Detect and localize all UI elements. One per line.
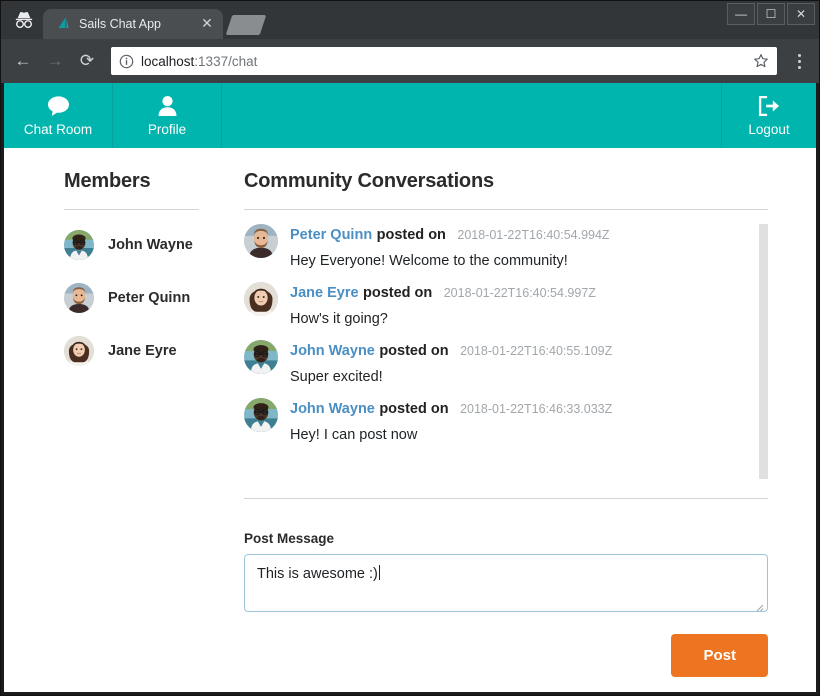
post-author[interactable]: John Wayne [290, 343, 375, 359]
post-button-row: Post [244, 634, 768, 677]
post-message-input[interactable]: This is awesome :) [244, 554, 768, 612]
three-dots-menu-icon[interactable] [787, 47, 811, 75]
posted-on-label: posted on [379, 343, 448, 359]
nav-item-profile[interactable]: Profile [113, 83, 222, 148]
posted-on-label: posted on [379, 401, 448, 417]
navbar-spacer [222, 83, 722, 148]
post-timestamp: 2018-01-22T16:40:54.997Z [444, 286, 596, 300]
tab-strip: Sails Chat App ✕ — ☐ ✕ [1, 1, 819, 39]
close-icon[interactable]: ✕ [199, 16, 215, 32]
member-name: John Wayne [108, 237, 193, 253]
nav-item-logout[interactable]: Logout [722, 83, 816, 148]
peter-quinn-avatar [244, 224, 278, 258]
post-text: Super excited! [290, 369, 746, 385]
browser-toolbar: ← → ⟳ localhost:1337/chat [1, 39, 819, 83]
post-text: Hey! I can post now [290, 427, 746, 443]
nav-label: Chat Room [24, 122, 92, 137]
posts-scroll-area: Peter Quinn posted on 2018-01-22T16:40:5… [244, 224, 768, 443]
members-title: Members [64, 170, 228, 193]
new-tab-button[interactable] [226, 15, 266, 35]
app-navbar: Chat Room Profile [4, 83, 816, 148]
sidebar-divider [64, 209, 199, 210]
member-name: Peter Quinn [108, 290, 190, 306]
post-item: Jane Eyre posted on 2018-01-22T16:40:54.… [244, 282, 746, 327]
post-item: Peter Quinn posted on 2018-01-22T16:40:5… [244, 224, 746, 269]
member-list-item[interactable]: John Wayne [64, 230, 228, 260]
post-message-text: This is awesome :) [257, 566, 378, 582]
info-circle-icon[interactable] [119, 54, 134, 69]
post-header: John Wayne posted on 2018-01-22T16:46:33… [290, 400, 746, 418]
post-header: Jane Eyre posted on 2018-01-22T16:40:54.… [290, 284, 746, 302]
scrollbar-thumb[interactable] [759, 224, 768, 479]
arrow-left-icon[interactable]: ← [9, 47, 37, 75]
browser-window: Sails Chat App ✕ — ☐ ✕ ← → ⟳ localhost:1… [0, 0, 820, 696]
post-timestamp: 2018-01-22T16:46:33.033Z [460, 402, 612, 416]
maximize-button[interactable]: ☐ [757, 3, 785, 25]
member-list-item[interactable]: Peter Quinn [64, 283, 228, 313]
arrow-right-icon: → [41, 47, 69, 75]
resize-handle-icon[interactable] [754, 599, 764, 609]
posted-on-label: posted on [363, 285, 432, 301]
close-window-button[interactable]: ✕ [787, 3, 815, 25]
nav-label: Profile [148, 122, 186, 137]
tab-title: Sails Chat App [79, 17, 191, 31]
minimize-button[interactable]: — [727, 3, 755, 25]
post-item: John Wayne posted on 2018-01-22T16:40:55… [244, 340, 746, 385]
post-body: John Wayne posted on 2018-01-22T16:46:33… [290, 398, 746, 443]
sign-out-icon [757, 95, 781, 117]
post-author[interactable]: Peter Quinn [290, 227, 372, 243]
posts-scrollbar[interactable] [759, 224, 768, 479]
member-name: Jane Eyre [108, 343, 177, 359]
browser-tab[interactable]: Sails Chat App ✕ [43, 9, 223, 39]
jane-eyre-avatar [244, 282, 278, 316]
post-submit-button[interactable]: Post [671, 634, 768, 677]
post-text: How's it going? [290, 311, 746, 327]
conversations-title: Community Conversations [244, 170, 768, 193]
post-body: Jane Eyre posted on 2018-01-22T16:40:54.… [290, 282, 746, 327]
jane-eyre-avatar [64, 336, 94, 366]
post-item: John Wayne posted on 2018-01-22T16:46:33… [244, 398, 746, 443]
post-message-label: Post Message [244, 531, 768, 546]
incognito-icon [5, 1, 43, 39]
post-header: John Wayne posted on 2018-01-22T16:40:55… [290, 342, 746, 360]
page-viewport: Chat Room Profile [1, 83, 819, 695]
text-caret [379, 565, 380, 580]
url-path: :1337/chat [194, 54, 257, 69]
window-controls: — ☐ ✕ [727, 3, 815, 25]
peter-quinn-avatar [64, 283, 94, 313]
conversations-panel: Community Conversations [244, 170, 816, 692]
user-icon [157, 95, 178, 117]
post-author[interactable]: Jane Eyre [290, 285, 359, 301]
post-timestamp: 2018-01-22T16:40:54.994Z [457, 228, 609, 242]
url-host: localhost [141, 54, 194, 69]
post-message-value: This is awesome :) [245, 555, 767, 592]
posted-on-label: posted on [377, 227, 446, 243]
member-list-item[interactable]: Jane Eyre [64, 336, 228, 366]
star-icon[interactable] [753, 53, 769, 69]
john-wayne-avatar [244, 340, 278, 374]
post-text: Hey Everyone! Welcome to the community! [290, 253, 746, 269]
members-sidebar: Members [4, 170, 244, 692]
nav-item-chat-room[interactable]: Chat Room [4, 83, 113, 148]
post-header: Peter Quinn posted on 2018-01-22T16:40:5… [290, 226, 746, 244]
page-body: Members [4, 148, 816, 692]
post-body: John Wayne posted on 2018-01-22T16:40:55… [290, 340, 746, 385]
post-author[interactable]: John Wayne [290, 401, 375, 417]
john-wayne-avatar [244, 398, 278, 432]
sails-logo-icon [55, 16, 71, 32]
address-bar[interactable]: localhost:1337/chat [111, 47, 777, 75]
posts-list: Peter Quinn posted on 2018-01-22T16:40:5… [244, 210, 768, 488]
reload-icon[interactable]: ⟳ [73, 47, 101, 75]
nav-label: Logout [748, 122, 789, 137]
post-timestamp: 2018-01-22T16:40:55.109Z [460, 344, 612, 358]
chat-bubble-icon [46, 95, 71, 117]
post-body: Peter Quinn posted on 2018-01-22T16:40:5… [290, 224, 746, 269]
post-message-form: Post Message This is awesome :) Post [244, 499, 768, 677]
url-text: localhost:1337/chat [141, 54, 257, 69]
john-wayne-avatar [64, 230, 94, 260]
